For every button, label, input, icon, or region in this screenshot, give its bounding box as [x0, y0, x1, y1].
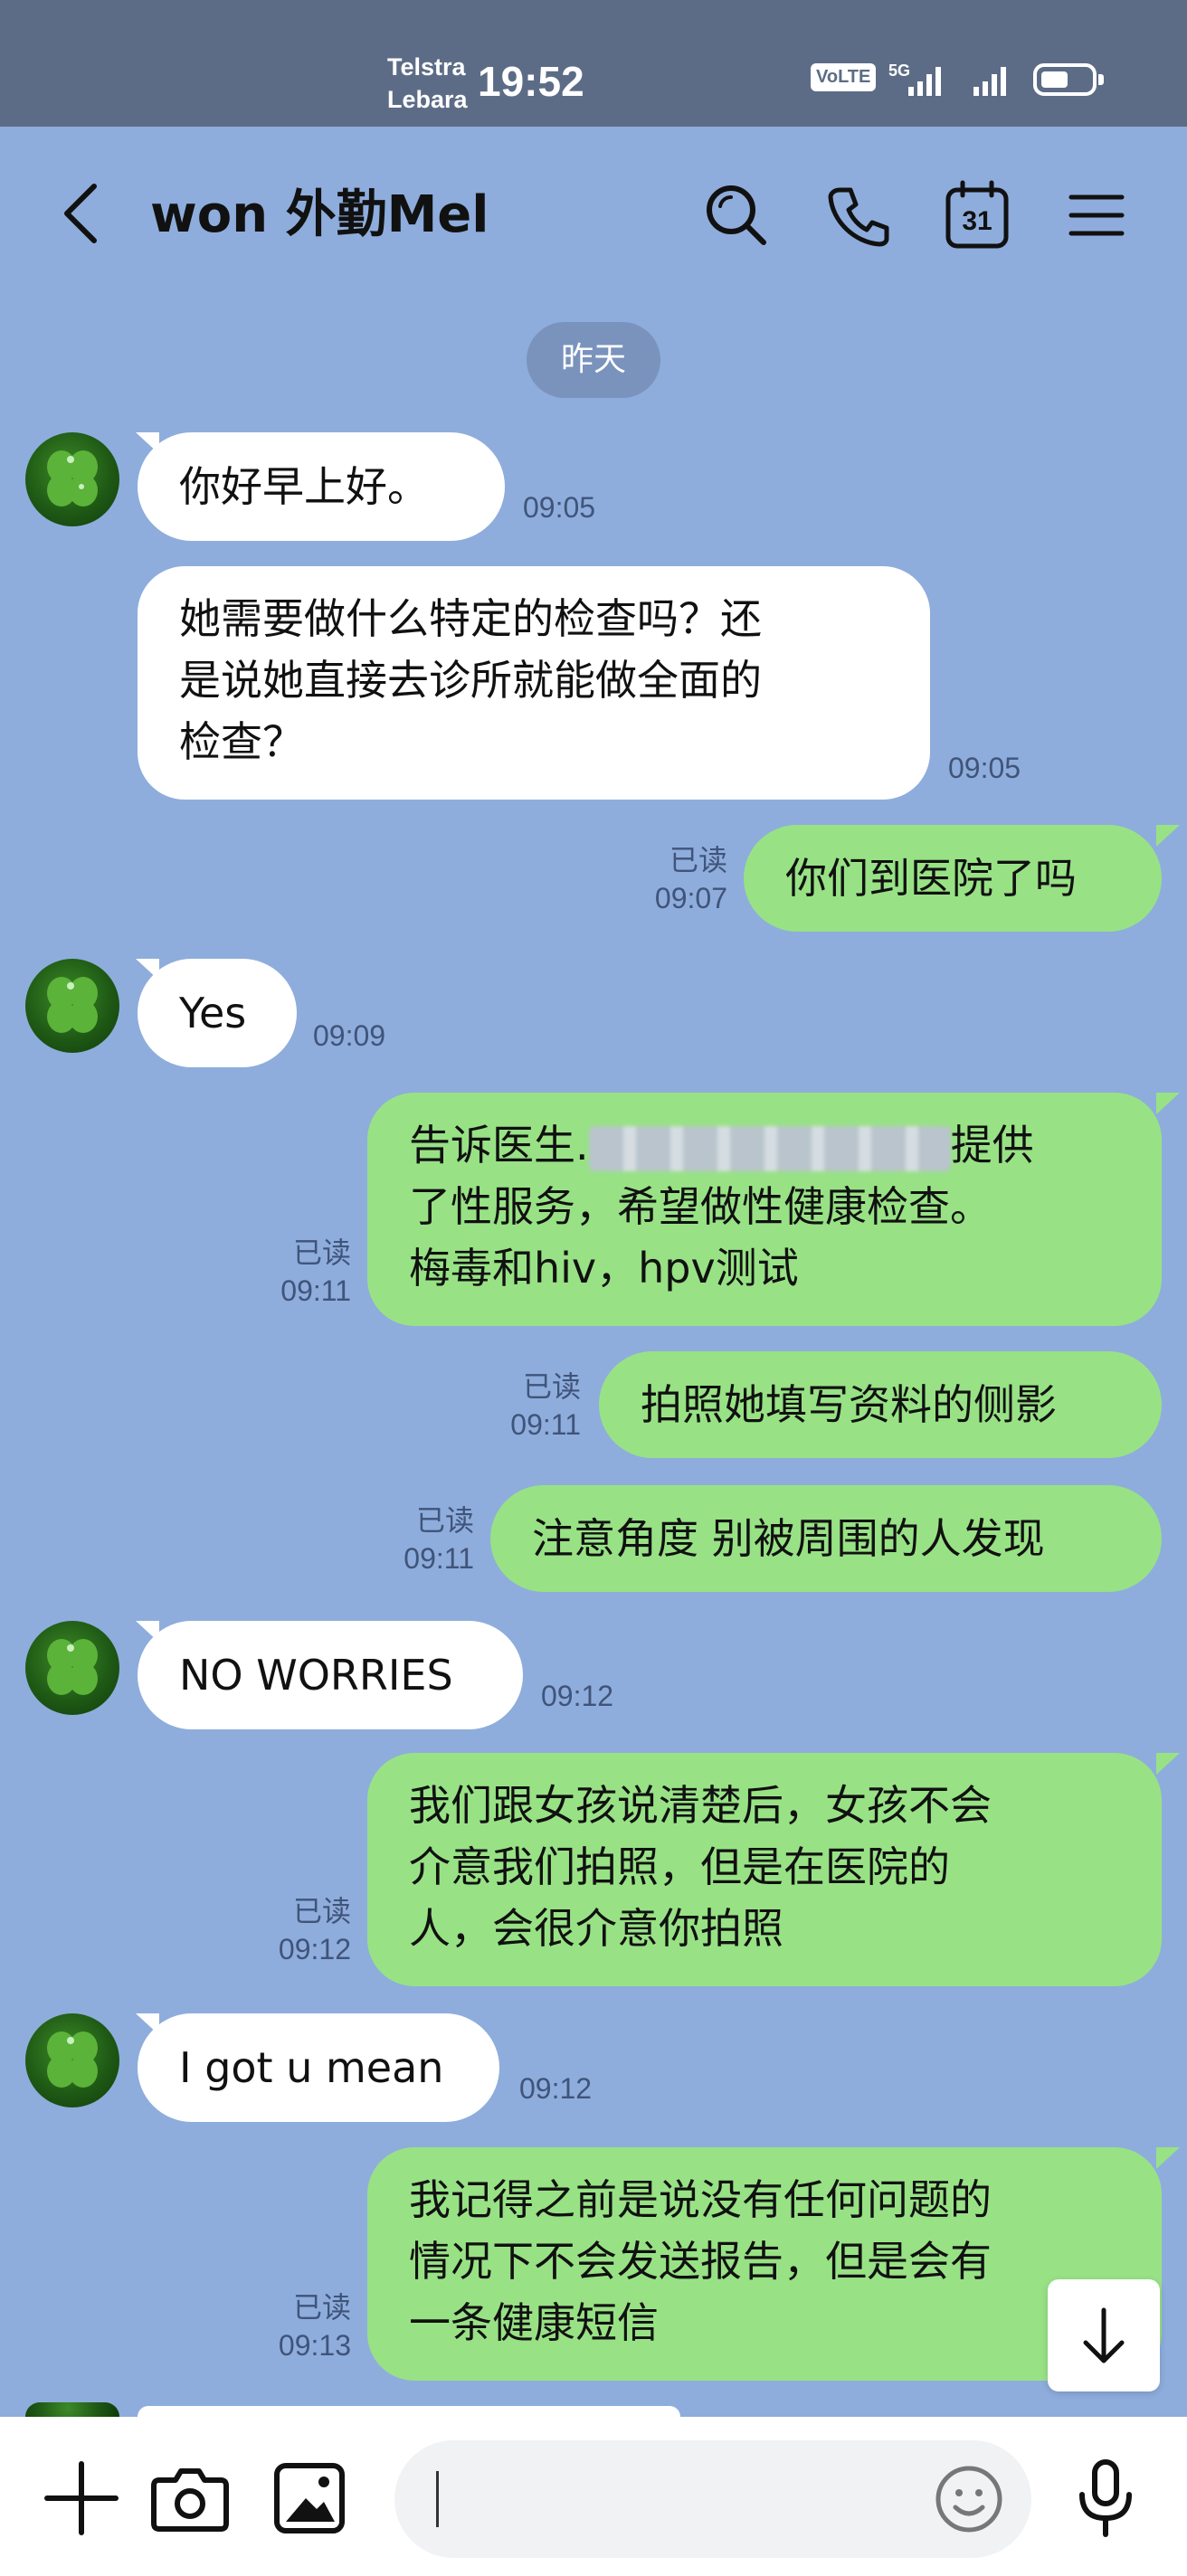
message-time: 09:05: [948, 752, 1021, 784]
camera-icon[interactable]: [145, 2453, 235, 2543]
message-time: 09:12: [519, 2072, 593, 2105]
message-text: NO WORRIES: [179, 1651, 453, 1700]
message-input[interactable]: [394, 2440, 1031, 2558]
message-time: 09:05: [523, 491, 596, 524]
message-text-line: 我记得之前是说没有任何问题的: [409, 2175, 992, 2224]
read-receipt: 已读: [292, 1236, 351, 1269]
date-separator: 昨天: [527, 322, 660, 398]
arrow-down-icon: [1083, 2307, 1125, 2363]
read-receipt: 已读: [292, 1895, 351, 1927]
input-bar: [0, 2417, 1187, 2576]
phone-icon[interactable]: [823, 179, 896, 251]
incoming-message[interactable]: 你好早上好。: [138, 432, 505, 541]
outgoing-message[interactable]: 拍照她填写资料的侧影: [599, 1351, 1162, 1458]
emoji-icon[interactable]: [928, 2458, 1010, 2540]
message-text-line: 人，会很介意你拍照: [409, 1904, 783, 1953]
menu-icon[interactable]: [1060, 179, 1133, 251]
battery-fill: [1041, 71, 1068, 88]
plus-icon[interactable]: [36, 2453, 127, 2543]
read-receipt: 已读: [292, 2291, 351, 2324]
avatar[interactable]: [25, 432, 119, 526]
message-time: 09:11: [280, 1274, 351, 1307]
message-text-line: 是说她直接去诊所就能做全面的: [179, 656, 762, 705]
message-text: 提供: [950, 1121, 1034, 1170]
message-time: 09:12: [278, 1933, 351, 1965]
incoming-message[interactable]: 她需要做什么特定的检查吗？还 是说她直接去诊所就能做全面的 检查？: [138, 566, 930, 800]
message-text: Yes: [179, 989, 247, 1037]
message-text-line: 了性服务，希望做性健康检查。: [409, 1182, 992, 1231]
carrier-names: Telstra Lebara: [387, 51, 468, 116]
message-text-line: 她需要做什么特定的检查吗？还: [179, 594, 762, 643]
incoming-message-partial: [138, 2406, 680, 2417]
message-text-line: 介意我们拍照，但是在医院的: [409, 1842, 950, 1891]
status-time: 19:52: [478, 58, 584, 105]
microphone-icon[interactable]: [1060, 2453, 1151, 2543]
avatar: [25, 2402, 119, 2417]
read-receipt: 已读: [669, 844, 727, 876]
message-time: 09:13: [278, 2329, 351, 2362]
message-text: 注意角度 别被周围的人发现: [532, 1514, 1045, 1563]
calendar-day: 31: [962, 206, 992, 236]
outgoing-message[interactable]: 你们到医院了吗: [744, 825, 1162, 932]
avatar[interactable]: [25, 959, 119, 1053]
text-caret: [436, 2471, 439, 2527]
outgoing-message[interactable]: 注意角度 别被周围的人发现: [490, 1485, 1162, 1592]
outgoing-message[interactable]: 我记得之前是说没有任何问题的 情况下不会发送报告，但是会有 一条健康短信: [367, 2147, 1162, 2381]
message-text: 告诉医生.: [409, 1121, 589, 1170]
message-time: 09:12: [541, 1680, 614, 1712]
message-text: I got u mean: [179, 2043, 444, 2092]
back-chevron-icon[interactable]: [54, 177, 109, 250]
avatar[interactable]: [25, 2013, 119, 2107]
network-type-label: 5G: [888, 62, 910, 80]
message-text-line: 情况下不会发送报告，但是会有: [409, 2237, 992, 2286]
outgoing-message[interactable]: 告诉医生. 提供 了性服务，希望做性健康检查。 梅毒和hiv，hpv测试: [367, 1093, 1162, 1326]
cellular-signal-1-icon: 5G: [887, 60, 950, 103]
search-icon[interactable]: [700, 179, 773, 251]
message-text: 拍照她填写资料的侧影: [641, 1380, 1057, 1429]
message-time: 09:07: [654, 882, 727, 914]
incoming-message[interactable]: I got u mean: [138, 2013, 499, 2122]
message-time: 09:11: [510, 1408, 581, 1441]
message-time: 09:11: [404, 1542, 474, 1575]
message-text-line: 我们跟女孩说清楚后，女孩不会: [409, 1781, 992, 1830]
redacted-text: [588, 1125, 951, 1171]
message-text: 你们到医院了吗: [785, 854, 1077, 903]
message-text: 你好早上好。: [179, 462, 429, 511]
volte-badge: VoLTE: [811, 63, 877, 91]
carrier-1: Telstra: [387, 53, 466, 80]
status-bar: Telstra Lebara 19:52 VoLTE 5G: [0, 0, 1187, 127]
message-text-line: 检查？: [179, 717, 304, 766]
read-receipt: 已读: [415, 1504, 474, 1537]
scroll-to-bottom-button[interactable]: [1048, 2279, 1160, 2391]
cellular-signal-2-icon: [972, 60, 1017, 103]
chat-header: won 外勤Mel 31: [0, 127, 1187, 308]
incoming-message[interactable]: NO WORRIES: [138, 1621, 523, 1729]
message-time: 09:09: [313, 1019, 386, 1052]
battery-icon: [1033, 63, 1104, 96]
image-icon[interactable]: [264, 2453, 355, 2543]
read-receipt: 已读: [522, 1370, 581, 1403]
calendar-icon[interactable]: 31: [941, 179, 1013, 251]
carrier-2: Lebara: [387, 86, 468, 113]
avatar[interactable]: [25, 1621, 119, 1715]
incoming-message[interactable]: Yes: [138, 959, 297, 1067]
message-text-line: 梅毒和hiv，hpv测试: [409, 1244, 799, 1293]
outgoing-message[interactable]: 我们跟女孩说清楚后，女孩不会 介意我们拍照，但是在医院的 人，会很介意你拍照: [367, 1753, 1162, 1986]
chat-title[interactable]: won 外勤Mel: [150, 183, 489, 248]
message-text-line: 一条健康短信: [409, 2298, 659, 2347]
